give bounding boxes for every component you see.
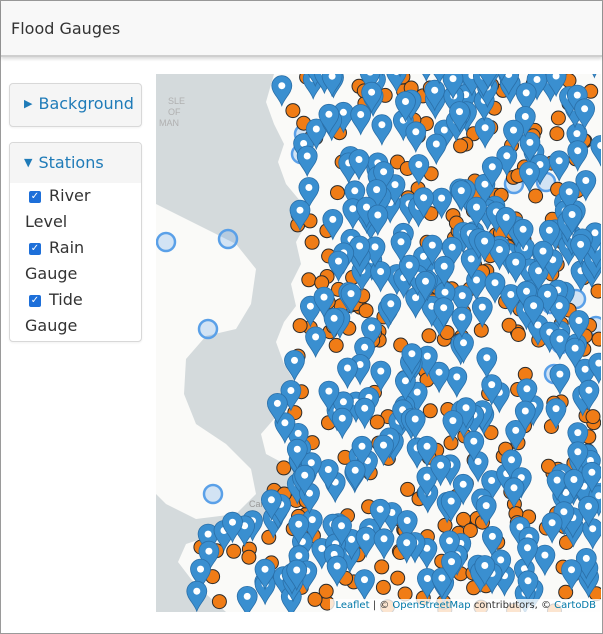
rain-gauge-label-line1: Rain — [49, 238, 85, 257]
tide-gauge-marker[interactable] — [197, 318, 219, 340]
rain-gauge-marker[interactable] — [211, 594, 227, 610]
rain-gauge-marker[interactable] — [276, 460, 292, 476]
river-level-label-line2: Level — [25, 212, 68, 231]
layer-rain-gauge[interactable]: ✓ Rain Gauge — [10, 235, 141, 287]
map-view[interactable]: SLE OF MAN Cardiff Leaflet | © OpenStree… — [156, 74, 601, 612]
map-attribution: Leaflet | © OpenStreetMap contributors, … — [330, 599, 601, 612]
layer-river-level[interactable]: ✓ River Level — [10, 183, 141, 235]
isle-of-man-label-3: MAN — [159, 118, 179, 128]
rain-gauge-marker[interactable] — [443, 435, 459, 451]
rain-gauge-label-line2: Gauge — [25, 264, 78, 283]
app-window: Flood Gauges ▶ Background ▼ Stations ✓ Riv… — [0, 0, 603, 634]
river-level-label-line1: River — [49, 186, 91, 205]
rain-gauge-marker[interactable] — [328, 337, 344, 353]
rain-gauge-marker[interactable] — [307, 591, 323, 607]
stations-panel: ▼ Stations ✓ River Level ✓ Rain Gauge ✓ T… — [9, 142, 142, 342]
tide-gauge-label-line2: Gauge — [25, 316, 78, 335]
map-canvas[interactable]: SLE OF MAN Cardiff — [156, 74, 601, 612]
tide-gauge-label-line1: Tide — [49, 290, 83, 309]
rain-gauge-marker[interactable] — [421, 328, 437, 344]
isle-of-man-label-2: OF — [168, 107, 181, 117]
river-level-checkbox[interactable]: ✓ — [29, 191, 41, 203]
rain-gauge-marker[interactable] — [549, 126, 565, 142]
cartodb-link[interactable]: CartoDB — [554, 600, 596, 611]
rain-gauge-marker[interactable] — [390, 570, 406, 586]
attribution-contributors: contributors, © — [473, 600, 551, 611]
background-panel-label: Background — [38, 94, 134, 113]
app-title: Flood Gauges — [11, 19, 121, 38]
rain-gauge-marker[interactable] — [358, 303, 374, 319]
caret-down-icon: ▼ — [24, 156, 33, 169]
rain-gauge-marker[interactable] — [375, 579, 391, 595]
layer-tide-gauge[interactable]: ✓ Tide Gauge — [10, 287, 141, 339]
rain-gauge-marker[interactable] — [226, 543, 242, 559]
background-panel-header[interactable]: ▶ Background — [10, 84, 141, 124]
rain-gauge-marker[interactable] — [285, 103, 301, 119]
stations-panel-header[interactable]: ▼ Stations — [10, 143, 141, 183]
rain-gauge-marker[interactable] — [301, 272, 317, 288]
rain-gauge-marker[interactable] — [374, 559, 390, 575]
background-panel[interactable]: ▶ Background — [9, 83, 142, 127]
tide-gauge-marker[interactable] — [156, 231, 177, 253]
rain-gauge-marker[interactable] — [528, 188, 544, 204]
rain-gauge-marker[interactable] — [400, 481, 416, 497]
rain-gauge-checkbox[interactable]: ✓ — [29, 243, 41, 255]
tide-gauge-checkbox[interactable]: ✓ — [29, 295, 41, 307]
isle-of-man-label-1: SLE — [168, 96, 185, 106]
rain-gauge-marker[interactable] — [330, 185, 345, 201]
leaflet-link[interactable]: Leaflet — [335, 600, 369, 611]
rain-gauge-marker[interactable] — [585, 409, 601, 425]
caret-right-icon: ▶ — [24, 97, 33, 110]
rain-gauge-marker[interactable] — [510, 327, 526, 342]
rain-gauge-marker[interactable] — [437, 517, 453, 533]
openstreetmap-link[interactable]: OpenStreetMap — [392, 600, 470, 611]
rain-gauge-marker[interactable] — [591, 331, 601, 347]
tide-gauge-marker[interactable] — [217, 228, 239, 250]
rain-gauge-marker[interactable] — [453, 138, 469, 154]
rain-gauge-marker[interactable] — [304, 234, 320, 250]
stations-panel-label: Stations — [38, 153, 104, 172]
rain-gauge-marker[interactable] — [550, 110, 566, 126]
rain-gauge-marker[interactable] — [422, 403, 438, 419]
navbar: Flood Gauges — [1, 1, 602, 57]
tide-gauge-marker[interactable] — [202, 483, 224, 505]
rain-gauge-marker[interactable] — [241, 549, 257, 565]
rain-gauge-marker[interactable] — [292, 318, 308, 334]
rain-gauge-marker[interactable] — [369, 414, 385, 430]
